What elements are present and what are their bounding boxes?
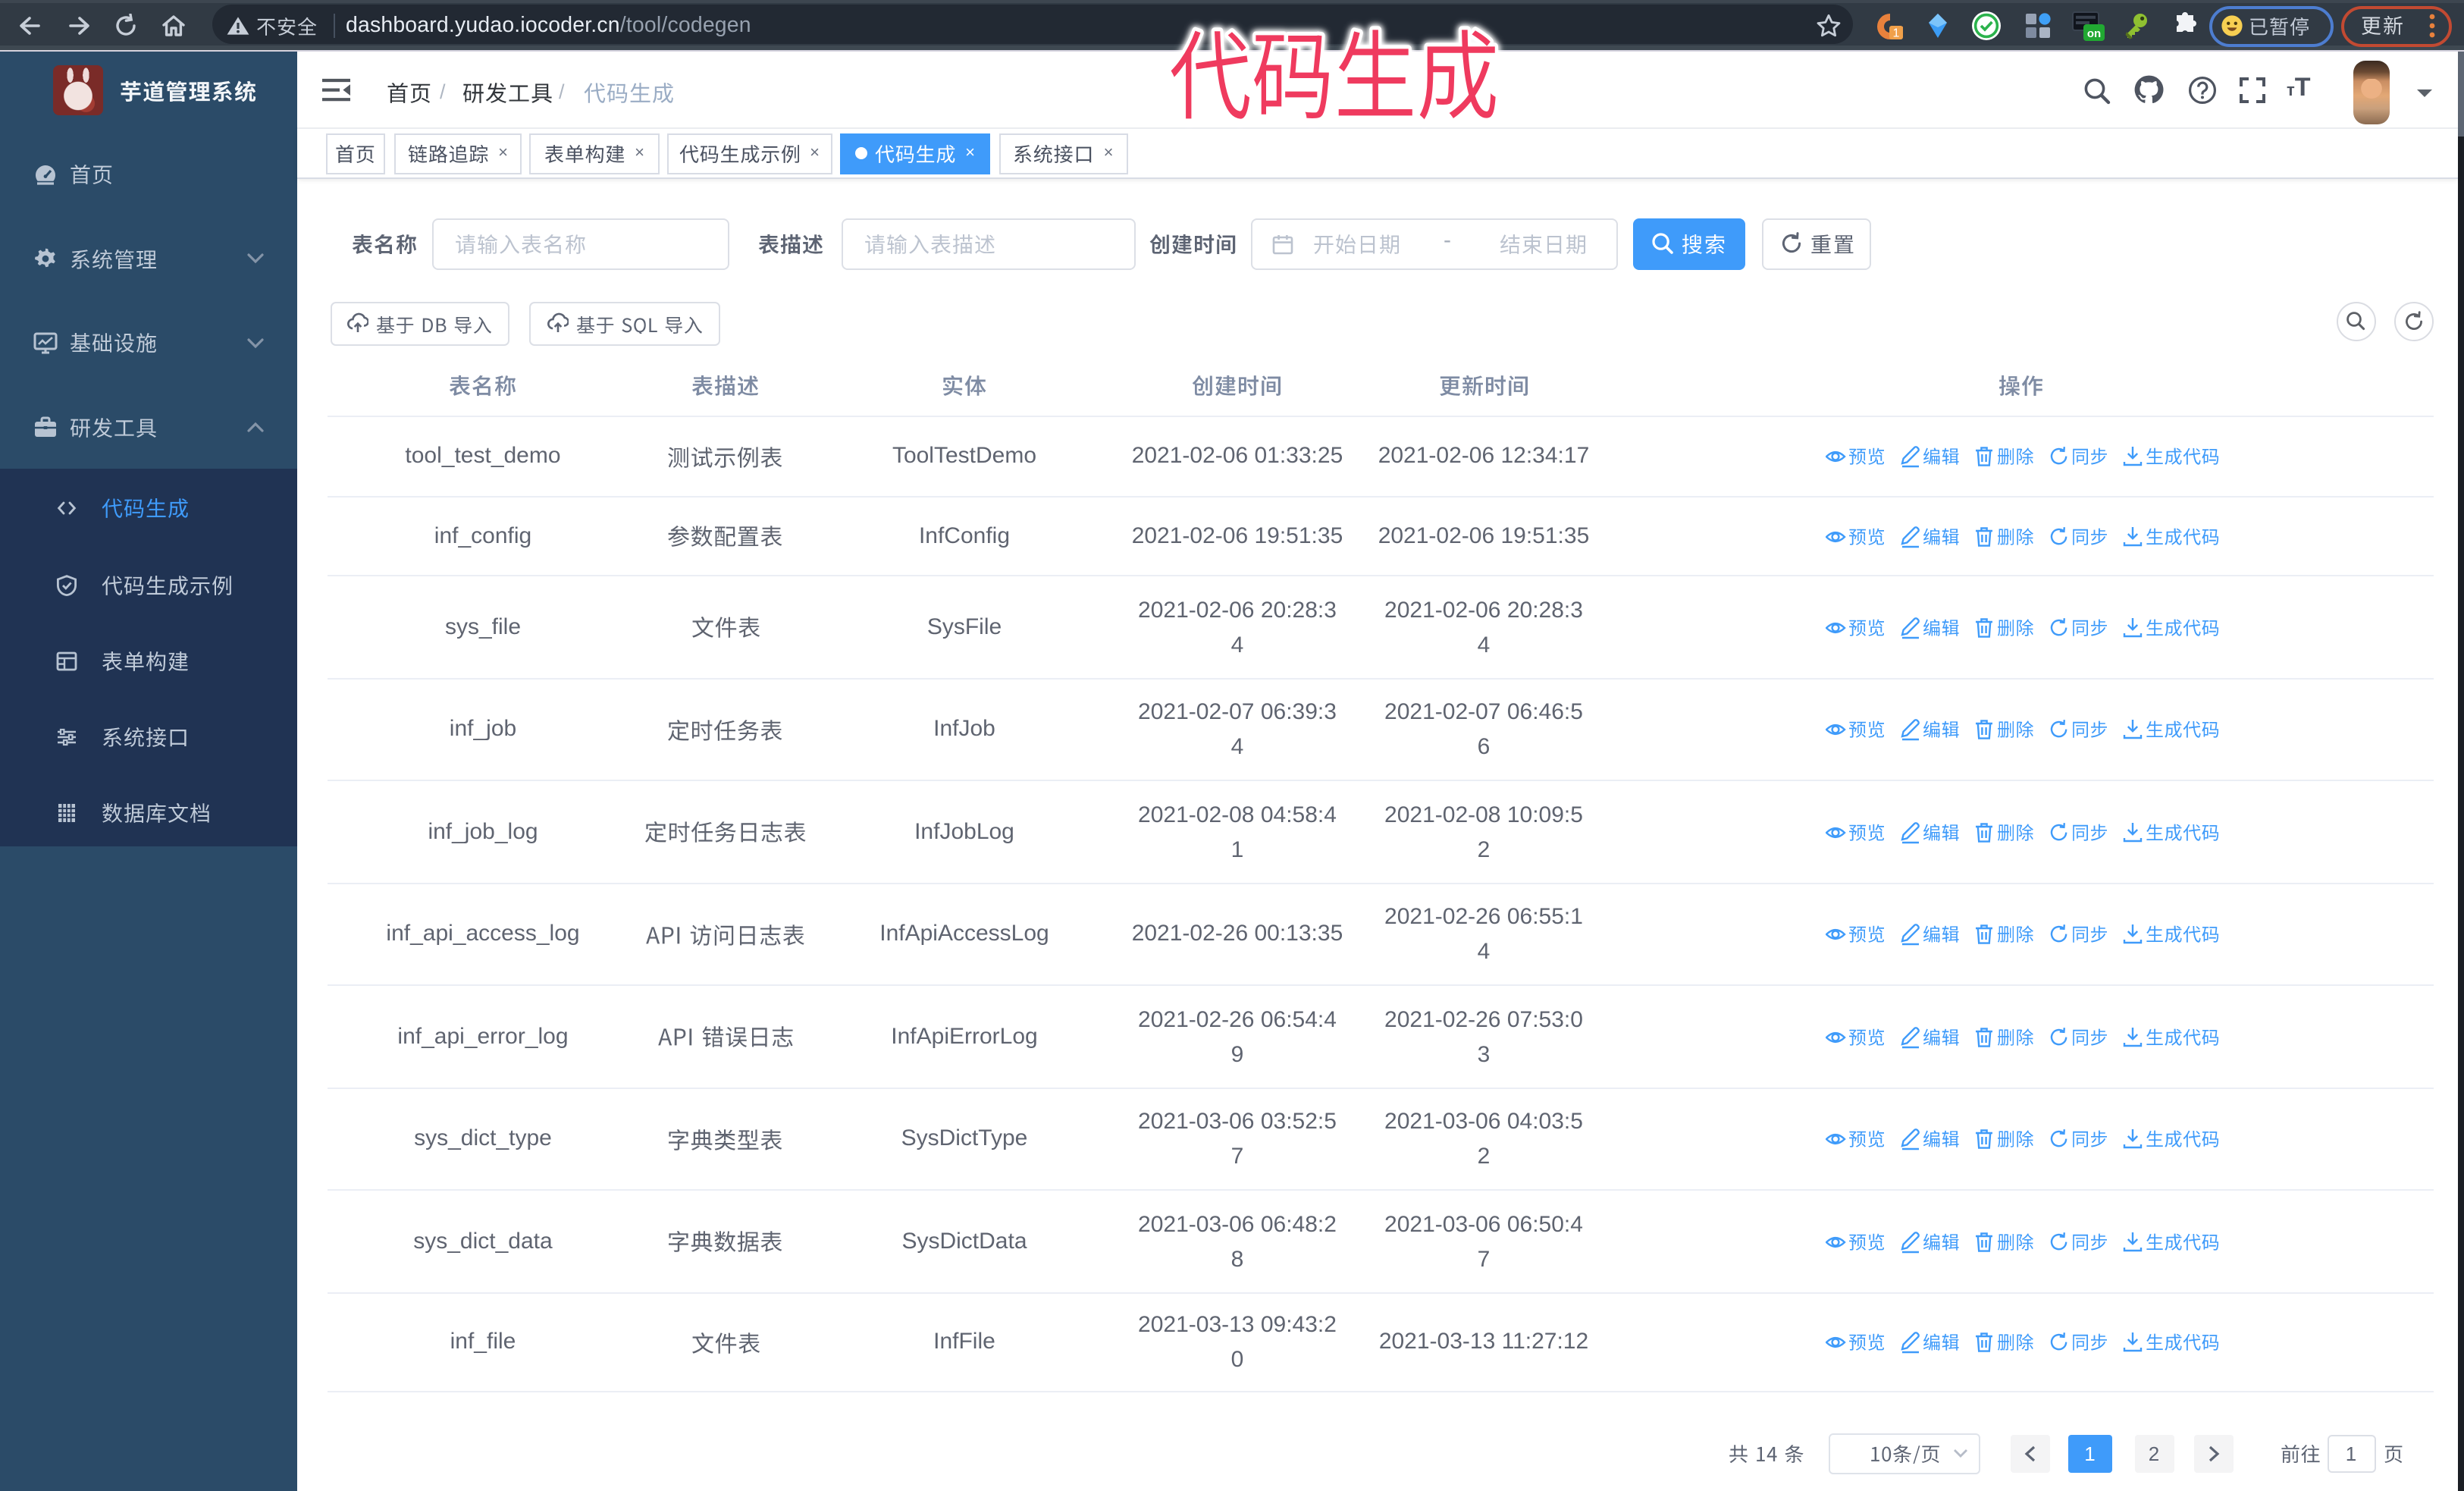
svg-text:1: 1 [1893, 27, 1900, 39]
svg-text:on: on [2087, 27, 2101, 40]
